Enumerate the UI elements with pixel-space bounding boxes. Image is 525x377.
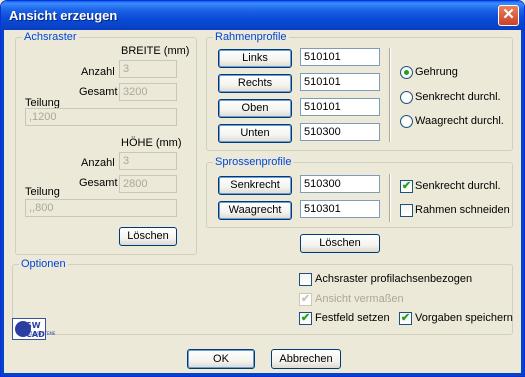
ok-button[interactable]: OK bbox=[187, 349, 255, 369]
breite-gesamt-label: Gesamt bbox=[79, 86, 118, 98]
oben-button[interactable]: Oben bbox=[218, 99, 292, 118]
frame-edge bbox=[1, 30, 4, 376]
breite-anzahl-field[interactable]: 3 bbox=[119, 60, 177, 78]
festfeld-setzen-label: Festfeld setzen bbox=[315, 312, 390, 324]
checkmark-icon: ✔ bbox=[401, 180, 412, 192]
senkrecht-button[interactable]: Senkrecht bbox=[218, 176, 292, 195]
festfeld-setzen-checkbox[interactable]: ✔ bbox=[299, 312, 312, 325]
waagrecht-field[interactable]: 510301 bbox=[300, 200, 380, 218]
waagrecht-durchl-label: Waagrecht durchl. bbox=[415, 115, 504, 127]
achsraster-profilachsen-checkbox[interactable] bbox=[299, 273, 312, 286]
breite-anzahl-label: Anzahl bbox=[81, 66, 115, 78]
frame-edge bbox=[1, 373, 524, 376]
waagrecht-button[interactable]: Waagrecht bbox=[218, 201, 292, 220]
hoehe-anzahl-field[interactable]: 3 bbox=[119, 152, 177, 170]
gehrung-radio[interactable] bbox=[400, 66, 413, 79]
rahmen-separator bbox=[389, 48, 391, 142]
optionen-legend: Optionen bbox=[19, 258, 68, 270]
achsraster-profilachsen-label: Achsraster profilachsenbezogen bbox=[315, 273, 473, 285]
close-button[interactable]: ✕ bbox=[498, 5, 519, 26]
hoehe-gesamt-field[interactable]: 2800 bbox=[119, 175, 177, 193]
links-button[interactable]: Links bbox=[218, 49, 292, 68]
rechts-field[interactable]: 510101 bbox=[300, 73, 380, 91]
ansicht-vermassen-checkbox[interactable]: ✔ bbox=[299, 293, 312, 306]
hoehe-gesamt-label: Gesamt bbox=[79, 177, 118, 189]
hoehe-teilung-field[interactable]: ,,800 bbox=[25, 199, 177, 217]
senkrecht-field[interactable]: 510300 bbox=[300, 175, 380, 193]
achsraster-legend: Achsraster bbox=[22, 31, 79, 43]
logo-text: SW CAD bbox=[26, 321, 45, 339]
rahmenprofile-legend: Rahmenprofile bbox=[213, 31, 289, 43]
gehrung-label: Gehrung bbox=[415, 66, 458, 78]
breite-teilung-field[interactable]: ,1200 bbox=[25, 108, 177, 126]
unten-button[interactable]: Unten bbox=[218, 124, 292, 143]
senkrecht-durchl-label: Senkrecht durchl. bbox=[415, 91, 501, 103]
sprossen-clear-button[interactable]: Löschen bbox=[300, 234, 380, 253]
rahmen-schneiden-checkbox[interactable] bbox=[400, 204, 413, 217]
cancel-button[interactable]: Abbrechen bbox=[271, 349, 341, 369]
checkmark-icon: ✔ bbox=[400, 312, 411, 324]
dialog-window: Ansicht erzeugen ✕ Achsraster BREITE (mm… bbox=[0, 0, 525, 377]
oben-field[interactable]: 510101 bbox=[300, 98, 380, 116]
hoehe-anzahl-label: Anzahl bbox=[81, 157, 115, 169]
vorgaben-speichern-label: Vorgaben speichern bbox=[415, 312, 513, 324]
links-field[interactable]: 510101 bbox=[300, 48, 380, 66]
close-icon: ✕ bbox=[502, 6, 515, 23]
breite-header: BREITE (mm) bbox=[121, 45, 190, 57]
waagrecht-durchl-radio[interactable] bbox=[400, 115, 413, 128]
radio-selected-dot bbox=[404, 70, 409, 75]
frame-edge bbox=[521, 30, 524, 376]
unten-field[interactable]: 510300 bbox=[300, 123, 380, 141]
vorgaben-speichern-checkbox[interactable]: ✔ bbox=[399, 312, 412, 325]
swcad-logo: SW CAD ALLE SYSTEME bbox=[12, 318, 55, 340]
rechts-button[interactable]: Rechts bbox=[218, 74, 292, 93]
hoehe-header: HÖHE (mm) bbox=[121, 137, 182, 149]
checkmark-icon: ✔ bbox=[300, 312, 311, 324]
logo-subtext: ALLE SYSTEME bbox=[26, 331, 56, 336]
checkmark-icon: ✔ bbox=[300, 293, 311, 305]
ansicht-vermassen-label: Ansicht vermaßen bbox=[315, 293, 404, 305]
senkrecht-durchl-checkbox[interactable]: ✔ bbox=[400, 180, 413, 193]
achsraster-clear-button[interactable]: Löschen bbox=[119, 227, 177, 246]
sprossenprofile-legend: Sprossenprofile bbox=[213, 156, 294, 168]
title-bar[interactable]: Ansicht erzeugen ✕ bbox=[1, 1, 524, 30]
senkrecht-durchl-radio[interactable] bbox=[400, 91, 413, 104]
sprossen-separator bbox=[389, 174, 391, 222]
rahmen-schneiden-label: Rahmen schneiden bbox=[415, 204, 510, 216]
senkrecht-durchl-check-label: Senkrecht durchl. bbox=[415, 180, 501, 192]
window-title: Ansicht erzeugen bbox=[9, 8, 118, 23]
hoehe-teilung-label: Teilung bbox=[25, 186, 60, 198]
breite-gesamt-field[interactable]: 3200 bbox=[119, 83, 177, 101]
